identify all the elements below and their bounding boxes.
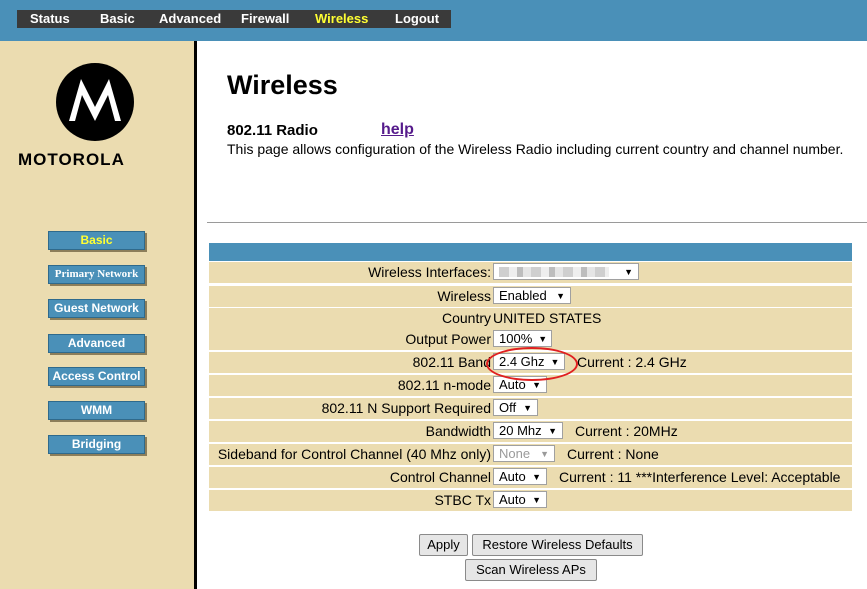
- chevron-down-icon: ▼: [538, 333, 548, 344]
- sidebar-item-advanced[interactable]: Advanced: [48, 334, 145, 353]
- row-wireless: Wireless Enabled ▼: [209, 286, 852, 307]
- control-channel-value: Auto: [499, 469, 526, 484]
- sidebar-item-access-control[interactable]: Access Control: [48, 367, 145, 386]
- stbc-tx-select[interactable]: Auto ▼: [493, 491, 547, 508]
- n-mode-value: Auto: [499, 377, 526, 392]
- row-wireless-interfaces: Wireless Interfaces: ▼: [209, 262, 852, 283]
- bandwidth-label: Bandwidth: [425, 423, 491, 439]
- control-channel-current: Current : 11 ***Interference Level: Acce…: [559, 468, 841, 485]
- n-mode-label: 802.11 n-mode: [397, 377, 491, 393]
- wireless-interfaces-value: [499, 266, 609, 277]
- wireless-interfaces-label: Wireless Interfaces:: [368, 264, 491, 280]
- motorola-logo-icon: [56, 63, 134, 141]
- country-label: Country: [441, 310, 491, 326]
- row-band: 802.11 Band 2.4 Ghz ▼ Current : 2.4 GHz: [209, 352, 852, 373]
- row-stbc-tx: STBC Tx Auto ▼: [209, 490, 852, 511]
- table-header: [209, 243, 852, 261]
- sidebar-divider: [194, 41, 197, 589]
- output-power-select[interactable]: 100% ▼: [493, 330, 552, 347]
- output-power-label: Output Power: [405, 331, 491, 347]
- section-title: 802.11 Radio: [227, 122, 318, 139]
- sidebar-item-primary-network[interactable]: Primary Network: [48, 265, 145, 284]
- chevron-down-icon: ▼: [624, 266, 633, 277]
- sideband-select[interactable]: None ▼: [493, 445, 555, 462]
- sideband-label: Sideband for Control Channel (40 Mhz onl…: [217, 446, 491, 462]
- n-support-select[interactable]: Off ▼: [493, 399, 538, 416]
- country-value: UNITED STATES: [493, 310, 602, 326]
- chevron-down-icon: ▼: [523, 402, 532, 413]
- row-control-channel: Control Channel Auto ▼ Current : 11 ***I…: [209, 467, 852, 488]
- nav-status[interactable]: Status: [30, 11, 70, 26]
- band-select[interactable]: 2.4 Ghz ▼: [493, 353, 565, 370]
- bandwidth-current: Current : 20MHz: [575, 422, 678, 439]
- bandwidth-value: 20 Mhz: [499, 423, 542, 438]
- apply-button[interactable]: Apply: [419, 534, 468, 556]
- nav-firewall[interactable]: Firewall: [241, 11, 289, 26]
- band-current: Current : 2.4 GHz: [577, 353, 687, 370]
- stbc-tx-value: Auto: [499, 492, 526, 507]
- chevron-down-icon: ▼: [540, 448, 549, 459]
- brand-name: MOTOROLA: [18, 150, 125, 169]
- control-channel-select[interactable]: Auto ▼: [493, 468, 547, 485]
- bandwidth-select[interactable]: 20 Mhz ▼: [493, 422, 563, 439]
- row-output-power: Output Power 100% ▼: [209, 329, 852, 350]
- row-bandwidth: Bandwidth 20 Mhz ▼ Current : 20MHz: [209, 421, 852, 442]
- chevron-down-icon: ▼: [556, 290, 565, 301]
- n-support-label: 802.11 N Support Required: [321, 400, 491, 416]
- nav-wireless[interactable]: Wireless: [315, 11, 368, 26]
- scan-aps-button[interactable]: Scan Wireless APs: [465, 559, 597, 581]
- sidebar-item-basic[interactable]: Basic: [48, 231, 145, 250]
- band-label: 802.11 Band: [412, 354, 491, 370]
- sideband-current: Current : None: [567, 445, 659, 462]
- row-n-mode: 802.11 n-mode Auto ▼: [209, 375, 852, 396]
- sidebar-item-wmm[interactable]: WMM: [48, 401, 145, 420]
- top-nav: Status Basic Advanced Firewall Wireless …: [17, 10, 451, 28]
- sidebar-item-bridging[interactable]: Bridging: [48, 435, 145, 454]
- page-description: This page allows configuration of the Wi…: [227, 141, 844, 157]
- output-power-value: 100%: [499, 331, 533, 346]
- chevron-down-icon: ▼: [532, 494, 541, 505]
- control-channel-label: Control Channel: [389, 469, 491, 485]
- chevron-down-icon: ▼: [548, 425, 557, 436]
- n-support-value: Off: [499, 400, 517, 415]
- restore-defaults-button[interactable]: Restore Wireless Defaults: [472, 534, 643, 556]
- stbc-tx-label: STBC Tx: [434, 492, 491, 508]
- divider: [207, 222, 867, 223]
- chevron-down-icon: ▼: [532, 379, 541, 390]
- wireless-value: Enabled: [499, 288, 547, 303]
- wireless-select[interactable]: Enabled ▼: [493, 287, 571, 304]
- nav-advanced[interactable]: Advanced: [159, 11, 221, 26]
- chevron-down-icon: ▼: [532, 471, 541, 482]
- page-title: Wireless: [227, 70, 338, 100]
- row-sideband: Sideband for Control Channel (40 Mhz onl…: [209, 444, 852, 465]
- wireless-label: Wireless: [437, 288, 491, 304]
- nav-basic[interactable]: Basic: [100, 11, 135, 26]
- chevron-down-icon: ▼: [550, 356, 560, 367]
- sidebar-item-guest-network[interactable]: Guest Network: [48, 299, 145, 318]
- sideband-value: None: [499, 446, 531, 461]
- n-mode-select[interactable]: Auto ▼: [493, 376, 547, 393]
- row-country: Country UNITED STATES: [209, 308, 852, 329]
- wireless-interfaces-select[interactable]: ▼: [493, 263, 639, 280]
- band-value: 2.4 Ghz: [499, 354, 545, 369]
- row-n-support: 802.11 N Support Required Off ▼: [209, 398, 852, 419]
- nav-logout[interactable]: Logout: [395, 11, 439, 26]
- help-link[interactable]: help: [381, 121, 414, 139]
